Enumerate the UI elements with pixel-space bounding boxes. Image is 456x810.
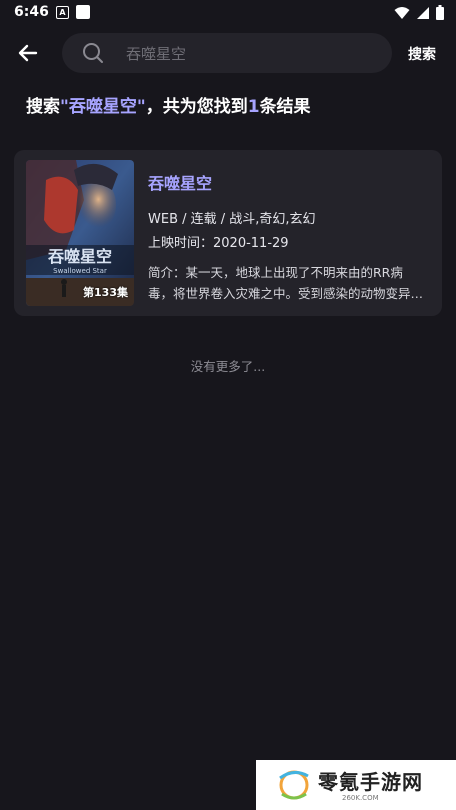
poster-title: 吞噬星空 bbox=[48, 247, 112, 266]
result-description: 简介：某一天，地球上出现了不明来由的RR病毒，将世界卷入灾难之中。受到感染的动物… bbox=[148, 265, 424, 301]
arrow-left-icon bbox=[18, 44, 38, 62]
top-bar: 搜索 bbox=[0, 32, 456, 75]
search-box[interactable] bbox=[62, 33, 392, 75]
status-icons bbox=[394, 5, 444, 20]
battery-icon bbox=[436, 5, 444, 20]
wifi-icon bbox=[394, 6, 410, 19]
result-card[interactable]: 吞噬星空 Swallowed Star 第133集 吞噬星空 WEB / 连载 … bbox=[14, 150, 442, 316]
result-prefix: 搜索 bbox=[26, 97, 60, 117]
result-count: 1 bbox=[247, 97, 260, 117]
result-summary: 搜索"吞噬星空"，共为您找到1条结果 bbox=[26, 92, 311, 117]
watermark-name: 零氪手游网 bbox=[318, 770, 423, 794]
poster-subtitle: Swallowed Star bbox=[53, 267, 107, 275]
cellular-icon bbox=[417, 6, 429, 19]
result-release-date: 上映时间：2020-11-29 bbox=[148, 236, 289, 251]
back-button[interactable] bbox=[14, 39, 42, 67]
brand-logo-icon bbox=[279, 770, 309, 800]
notification-square-icon bbox=[76, 5, 90, 19]
status-time: 6:46 bbox=[14, 4, 49, 20]
result-title[interactable]: 吞噬星空 bbox=[148, 170, 212, 194]
poster-image[interactable]: 吞噬星空 Swallowed Star 第133集 bbox=[26, 160, 134, 306]
watermark-url: 260K.COM bbox=[342, 794, 379, 802]
notification-a-icon: A bbox=[56, 6, 69, 19]
search-input[interactable] bbox=[124, 33, 378, 75]
no-more-text: 没有更多了... bbox=[190, 359, 266, 374]
result-keyword: "吞噬星空" bbox=[60, 97, 146, 117]
episode-badge: 第133集 bbox=[83, 286, 128, 299]
watermark: 零氪手游网 260K.COM bbox=[256, 760, 456, 810]
result-suffix: 条结果 bbox=[259, 97, 311, 117]
status-bar: 6:46 A bbox=[0, 0, 456, 26]
search-button[interactable]: 搜索 bbox=[408, 44, 436, 64]
search-icon bbox=[83, 43, 103, 63]
result-meta: WEB / 连载 / 战斗,奇幻,玄幻 bbox=[148, 212, 316, 227]
result-middle: ，共为您找到 bbox=[145, 97, 248, 117]
